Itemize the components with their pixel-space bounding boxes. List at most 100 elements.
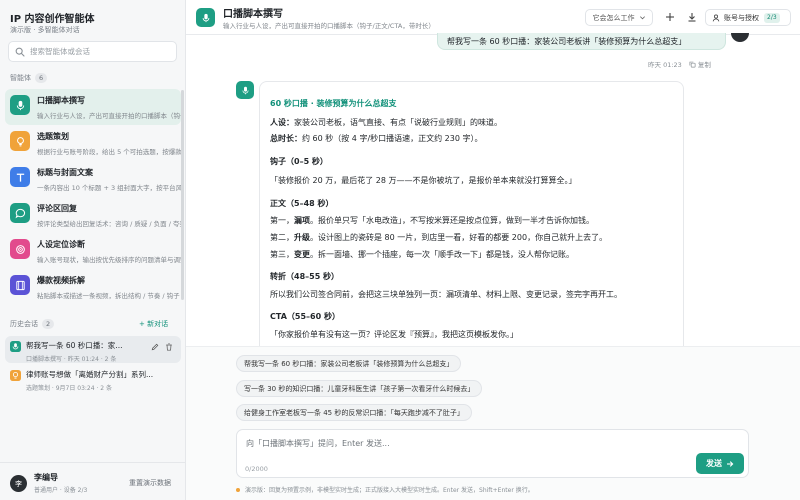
edit-icon[interactable] (151, 343, 159, 351)
microphone-icon (236, 81, 254, 99)
avatar[interactable]: 李 (10, 475, 27, 492)
suggestion-chip[interactable]: 帮我写一条 60 秒口播：家装公司老板讲「装修预算为什么总超支」 (236, 355, 462, 372)
reply-title: 60 秒口播 · 装修预算为什么总超支 (270, 99, 397, 108)
agent-name: 评论区回复 (37, 204, 77, 213)
how-it-works-button[interactable]: 它会怎么工作 (585, 9, 653, 26)
delete-icon[interactable] (165, 343, 173, 351)
sidebar-agent-title-cover[interactable]: 标题与封面文案 一条内容出 10 个标题 + 3 组封面大字，按平台风格调整 (5, 161, 181, 197)
agent-name: 口播脚本撰写 (37, 96, 85, 105)
history-count: 2 (42, 319, 55, 329)
search-input[interactable] (30, 47, 170, 56)
device-count-badge: 2/3 (764, 12, 780, 23)
reply-persona: 人设：家装公司老板，语气直接、有点「说破行业规则」的味道。 (270, 118, 502, 127)
film-icon (10, 275, 30, 295)
message-meta: 昨天 01:23 复制 (648, 59, 711, 69)
sidebar-agent-viral-breakdown[interactable]: 爆款视频拆解 粘贴脚本或描述一条视频，拆出结构 / 节奏 / 钩子 (5, 269, 181, 305)
turn-text: 所以我们公司签合同前，会把这三块单独列一页：漏项清单、材料上限、变更记录，签完字… (270, 290, 622, 299)
assistant-reply-card: 60 秒口播 · 装修预算为什么总超支 人设：家装公司老板，语气直接、有点「说破… (259, 81, 684, 346)
how-it-works-label: 它会怎么工作 (592, 13, 635, 22)
sidebar-agent-topic-planning[interactable]: 选题策划 根据行业与账号阶段，给出 5 个可拍选题，按爆款潜力排序 (5, 125, 181, 161)
agent-desc: 输入行业与人设，产出可直接开拍的口播脚本（钩子/正文 (37, 112, 181, 120)
sidebar-agent-persona-diagnosis[interactable]: 人设定位诊断 输入账号现状，输出按优先级排序的问题清单与调整建议 (5, 233, 181, 269)
agents-section-header: 智能体 6 (10, 73, 48, 83)
sidebar: IP 内容创作智能体 演示版 · 多智能体对话 智能体 6 口播脚本撰写 输入行… (0, 0, 186, 500)
cta-heading: CTA（55–60 秒） (270, 312, 340, 321)
status-dot-icon (236, 487, 240, 492)
copy-button[interactable]: 复制 (689, 59, 711, 69)
message-input[interactable] (246, 438, 686, 452)
agent-desc: 按评论类型给出回复话术：咨询 / 质疑 / 负面 / 夸奖 (37, 220, 181, 228)
history-title: 律师账号想做「离婚财产分割」系列... (26, 370, 154, 379)
body-point-1: 第一，漏项。报价单只写「水电改造」，不写按米算还是按点位算，做到一半才告诉你加钱… (270, 216, 594, 225)
agent-name: 爆款视频拆解 (37, 276, 85, 285)
hook-heading: 钩子（0–5 秒） (270, 157, 328, 166)
agent-desc: 根据行业与账号阶段，给出 5 个可拍选题，按爆款潜力排序 (37, 148, 181, 156)
app-subtitle: 演示版 · 多智能体对话 (10, 26, 80, 34)
microphone-icon (10, 341, 21, 352)
history-meta: 选题策划 · 9月7日 03:24 · 2 条 (26, 385, 113, 392)
char-count: 0/2000 (245, 465, 268, 473)
account-label: 账号与授权 (724, 13, 759, 22)
text-icon (10, 167, 30, 187)
body-point-2: 第二，升级。设计图上的瓷砖是 80 一片，到店里一看，好看的都要 200，你自己… (270, 233, 608, 242)
message-time: 昨天 01:23 (648, 61, 682, 69)
agent-desc: 输入账号现状，输出按优先级排序的问题清单与调整建议 (37, 256, 181, 264)
lightbulb-icon (10, 370, 21, 381)
lightbulb-icon (10, 131, 30, 151)
target-icon (10, 239, 30, 259)
send-button[interactable]: 发送 (696, 453, 744, 474)
suggestion-chip[interactable]: 写一条 30 秒的知识口播：儿童牙科医生讲「孩子第一次看牙什么时候去」 (236, 380, 483, 397)
microphone-icon (10, 95, 30, 115)
page-title: 口播脚本撰写 (223, 9, 283, 20)
history-section-header: 历史会话 2 (10, 319, 55, 329)
cta-text: 「你家报价单有没有这一页？评论区发『预算』，我把这页模板发你。」 (270, 330, 518, 339)
user-icon (712, 14, 720, 21)
agents-label: 智能体 (10, 74, 31, 82)
top-bar: 口播脚本撰写 输入行业与人设，产出可直接开拍的口播脚本（钩子/正文/CTA，带时… (186, 0, 800, 35)
sidebar-scrollbar[interactable] (181, 90, 184, 300)
page-subtitle: 输入行业与人设，产出可直接开拍的口播脚本（钩子/正文/CTA，带时长） (223, 22, 435, 30)
agent-name: 人设定位诊断 (37, 240, 85, 249)
composer-area: 帮我写一条 60 秒口播：家装公司老板讲「装修预算为什么总超支」 写一条 30 … (186, 346, 800, 500)
plus-icon (666, 13, 674, 21)
avatar (731, 33, 749, 42)
body-point-3: 第三，变更。拆一面墙、挪一个插座，每一次「顺手改一下」都是钱，没人帮你记账。 (270, 250, 574, 259)
agents-count: 6 (35, 73, 48, 83)
sidebar-agent-script-writing[interactable]: 口播脚本撰写 输入行业与人设，产出可直接开拍的口播脚本（钩子/正文 (5, 89, 181, 125)
reply-duration: 总时长：约 60 秒（按 4 字/秒口播语速，正文约 230 字）。 (270, 134, 483, 143)
user-name: 李编导 (34, 473, 58, 482)
suggestion-chip[interactable]: 给健身工作室老板写一条 45 秒的反常识口播：「每天跑步减不了肚子」 (236, 404, 472, 421)
history-item[interactable]: 帮我写一条 60 秒口播：家... 口播脚本撰写 · 昨天 01:24 · 2 … (5, 336, 181, 363)
sidebar-agent-comment-reply[interactable]: 评论区回复 按评论类型给出回复话术：咨询 / 质疑 / 负面 / 夸奖 (5, 197, 181, 233)
reset-demo-button[interactable]: 重置演示数据 (129, 478, 171, 488)
hook-text: 「装修报价 20 万，最后花了 28 万——不是你被坑了，是报价单本来就没打算算… (270, 176, 577, 185)
microphone-icon (196, 8, 215, 27)
download-icon (688, 13, 696, 22)
app-title: IP 内容创作智能体 (10, 14, 95, 25)
copy-icon (689, 61, 696, 67)
download-button[interactable] (686, 11, 698, 23)
account-button[interactable]: 账号与授权 2/3 (705, 9, 791, 26)
history-title: 帮我写一条 60 秒口播：家... (26, 341, 123, 350)
chat-icon (10, 203, 30, 223)
footnote-text: 演示版：回复为预置示例，非模型实时生成；正式版接入大模型实时生成。Enter 发… (245, 487, 534, 494)
send-label: 发送 (706, 459, 722, 468)
arrow-right-icon (727, 460, 734, 467)
user-bar: 李 李编导 普通用户 · 设备 2/3 重置演示数据 (0, 462, 186, 500)
agent-desc: 一条内容出 10 个标题 + 3 组封面大字，按平台风格调整 (37, 184, 181, 192)
agent-name: 选题策划 (37, 132, 69, 141)
history-item[interactable]: 律师账号想做「离婚财产分割」系列... 选题策划 · 9月7日 03:24 · … (5, 365, 181, 392)
user-plan: 普通用户 · 设备 2/3 (34, 487, 88, 494)
demo-footnote: 演示版：回复为预置示例，非模型实时生成；正式版接入大模型实时生成。Enter 发… (236, 485, 534, 494)
history-meta: 口播脚本撰写 · 昨天 01:24 · 2 条 (26, 356, 117, 363)
user-message-bubble: 帮我写一条 60 秒口播：家装公司老板讲「装修预算为什么总超支」 (437, 33, 726, 50)
search-box[interactable] (8, 41, 177, 62)
add-button[interactable] (664, 11, 676, 23)
agent-desc: 粘贴脚本或描述一条视频，拆出结构 / 节奏 / 钩子 (37, 292, 180, 300)
chevron-down-icon (639, 16, 645, 20)
agent-name: 标题与封面文案 (37, 168, 93, 177)
copy-label: 复制 (697, 61, 711, 69)
history-label: 历史会话 (10, 320, 38, 328)
new-chat-button[interactable]: + 新对话 (139, 319, 168, 329)
turn-heading: 转折（48–55 秒） (270, 272, 340, 281)
